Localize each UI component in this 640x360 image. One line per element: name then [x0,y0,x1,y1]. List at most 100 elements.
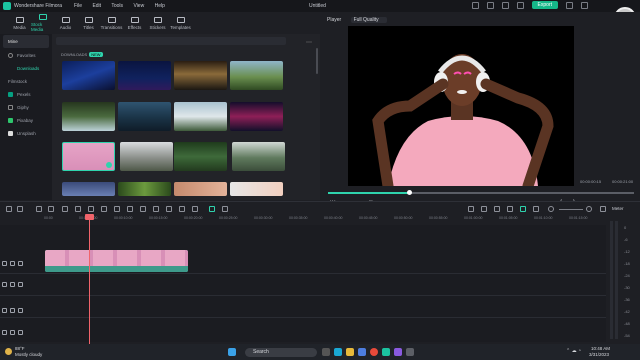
task-view-icon[interactable] [322,348,330,356]
media-thumb-selected[interactable] [62,142,115,171]
media-thumb[interactable] [120,142,173,171]
player-tab[interactable]: Player [327,17,341,23]
sidebar-item-mine[interactable]: Mine [3,35,49,48]
media-thumb[interactable] [230,182,283,196]
track-lock-icon[interactable] [2,281,7,287]
media-thumb[interactable] [174,142,227,171]
tab-media[interactable]: Media [8,12,31,34]
fullscreen-icon[interactable] [486,1,494,9]
track-eye-icon[interactable] [18,329,23,335]
playhead[interactable] [89,214,90,344]
media-thumb[interactable] [174,182,227,196]
zoom-out-icon[interactable] [548,206,554,212]
audio-adjust-icon[interactable] [153,206,159,212]
maximize-icon[interactable] [581,1,588,9]
notifications-icon[interactable] [516,1,524,9]
windows-start-icon[interactable] [228,348,236,356]
track-eye-icon[interactable] [18,307,23,313]
track-hide-icon[interactable] [10,281,15,287]
undo-icon[interactable] [36,206,42,212]
taskbar-search[interactable]: Search [245,348,317,357]
track-hide-icon[interactable] [10,307,15,313]
playback-scrubber[interactable] [328,190,634,195]
app-icon-2[interactable] [406,348,414,356]
media-thumb[interactable] [62,61,115,90]
zoom-icon[interactable] [114,206,120,212]
sidebar-item-pixabay[interactable]: Pixabay [0,114,52,127]
sidebar-item-unsplash[interactable]: Unsplash [0,127,52,140]
menu-help[interactable]: Help [155,3,165,9]
media-thumb[interactable] [174,102,227,131]
tab-titles[interactable]: Titles [77,12,100,34]
video-clip[interactable] [45,250,188,272]
media-thumb[interactable] [232,142,285,171]
sidebar-item-filmstock[interactable]: Filmstock [0,75,52,88]
playhead-handle[interactable] [85,214,94,220]
edge-icon[interactable] [334,348,342,356]
tray-icons[interactable]: ⌃ ☁ ◔ [566,348,581,354]
track-lock-icon[interactable] [2,329,7,335]
scrubber-handle[interactable] [407,190,412,195]
media-thumb[interactable] [230,102,283,131]
keyframe-icon[interactable] [179,206,185,212]
zoom-in-icon[interactable] [586,206,592,212]
color-icon[interactable] [140,206,146,212]
video-preview[interactable] [348,26,574,186]
media-thumb[interactable] [118,61,171,90]
split-icon[interactable] [75,206,81,212]
more-tools-icon[interactable] [222,206,228,212]
zoom-slider[interactable] [559,209,583,210]
sidebar-item-pexels[interactable]: Pexels [0,88,52,101]
tab-stock-media[interactable]: Stock Media [31,12,54,34]
menu-tools[interactable]: Tools [111,3,123,9]
sidebar-item-favorites[interactable]: Favorites [0,49,52,62]
sidebar-item-downloads[interactable]: Downloads [0,62,52,75]
store-icon[interactable] [358,348,366,356]
file-explorer-icon[interactable] [346,348,354,356]
sidebar-item-giphy[interactable]: Giphy [0,101,52,114]
track-hide-icon[interactable] [10,260,15,266]
media-thumb[interactable] [118,182,171,196]
media-thumb[interactable] [118,102,171,131]
layout-icon[interactable] [471,1,479,9]
track-lock-icon[interactable] [2,307,7,313]
tab-transitions[interactable]: Transitions [100,12,123,34]
stabilize-icon[interactable] [192,206,198,212]
export-button[interactable]: Export [531,1,558,9]
track-hide-icon[interactable] [10,329,15,335]
menu-file[interactable]: File [74,3,82,9]
media-thumb[interactable] [174,61,227,90]
export-frame-icon[interactable] [209,206,215,212]
media-scrollbar[interactable] [316,48,318,74]
menu-view[interactable]: View [133,3,144,9]
layout-grid-icon[interactable] [6,206,12,212]
media-thumb[interactable] [62,102,115,131]
media-thumb[interactable] [62,182,115,196]
magnet-icon[interactable] [533,206,539,212]
text-icon[interactable] [101,206,107,212]
track-eye-icon[interactable] [18,260,23,266]
tab-stickers[interactable]: Stickers [146,12,169,34]
tab-templates[interactable]: Templates [169,12,192,34]
timeline-ruler[interactable]: 00:0000:00:05:0000:00:10:0000:00:15:0000… [44,215,604,225]
pointer-icon[interactable] [17,206,23,212]
ai-tools-icon[interactable] [166,206,172,212]
crop-icon[interactable] [88,206,94,212]
track-eye-icon[interactable] [18,281,23,287]
chrome-icon[interactable] [370,348,378,356]
app-icon[interactable] [394,348,402,356]
track-lock-icon[interactable] [2,260,7,266]
timeline-settings-icon[interactable] [600,206,606,212]
marker-icon[interactable] [481,206,487,212]
speed-icon[interactable] [127,206,133,212]
render-icon[interactable] [468,206,474,212]
mic-icon[interactable] [494,206,500,212]
menu-edit[interactable]: Edit [92,3,101,9]
snap-icon[interactable] [520,206,526,212]
tab-effects[interactable]: Effects [123,12,146,34]
quality-select[interactable]: Full Quality [350,17,387,23]
mixer-icon[interactable] [507,206,513,212]
redo-icon[interactable] [48,206,54,212]
search-field[interactable] [56,37,286,45]
minimize-icon[interactable] [566,1,573,9]
